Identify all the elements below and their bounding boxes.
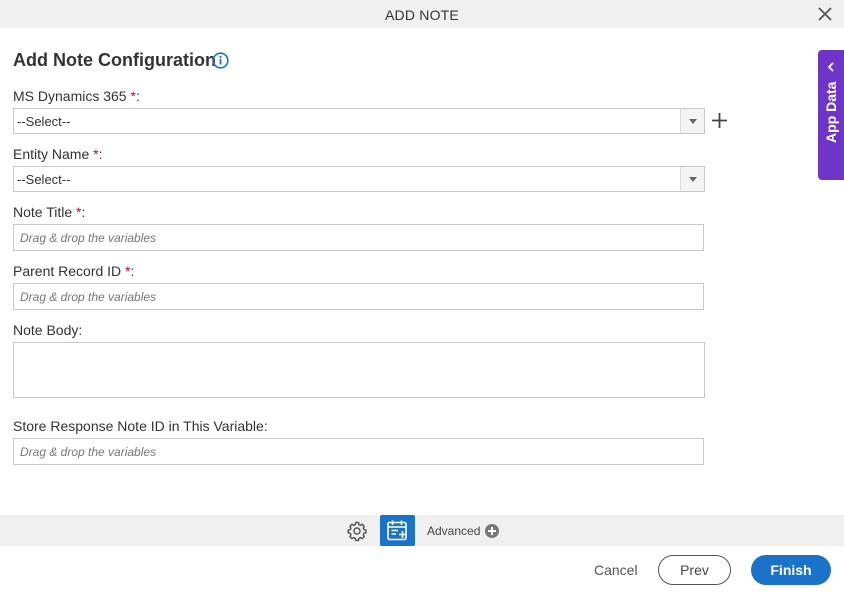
advanced-link[interactable]: Advanced xyxy=(427,524,480,538)
info-icon[interactable] xyxy=(212,52,229,69)
chevron-down-icon[interactable] xyxy=(680,167,704,191)
page-title: Add Note Configuration xyxy=(13,50,216,70)
note-title-input[interactable]: Drag & drop the variables xyxy=(13,224,704,251)
ms-dynamics-value: --Select-- xyxy=(17,114,71,129)
ms-dynamics-label: MS Dynamics 365 *: xyxy=(13,88,140,104)
chevron-left-icon xyxy=(827,62,834,72)
note-body-label: Note Body: xyxy=(13,322,83,338)
dialog-title: ADD NOTE xyxy=(385,7,459,23)
cancel-button[interactable]: Cancel xyxy=(594,562,638,578)
calendar-add-icon xyxy=(387,520,407,541)
parent-record-id-label: Parent Record ID *: xyxy=(13,263,135,279)
app-data-tab[interactable]: App Data xyxy=(818,50,844,180)
entity-name-label: Entity Name *: xyxy=(13,146,103,162)
ms-dynamics-select[interactable]: --Select-- xyxy=(13,108,705,134)
note-title-label: Note Title *: xyxy=(13,204,86,220)
add-connection-icon[interactable] xyxy=(711,112,728,129)
chevron-down-icon[interactable] xyxy=(680,109,704,133)
add-to-calendar-button[interactable] xyxy=(380,515,415,546)
finish-button[interactable]: Finish xyxy=(751,555,831,585)
bottom-toolbar: Advanced xyxy=(0,515,844,546)
plus-circle-icon[interactable] xyxy=(485,524,499,538)
close-icon[interactable] xyxy=(818,7,832,21)
entity-name-value: --Select-- xyxy=(17,172,71,187)
parent-record-id-input[interactable]: Drag & drop the variables xyxy=(13,283,704,310)
app-data-label: App Data xyxy=(823,81,839,143)
entity-name-select[interactable]: --Select-- xyxy=(13,166,705,192)
parent-record-id-placeholder: Drag & drop the variables xyxy=(20,290,157,304)
note-title-placeholder: Drag & drop the variables xyxy=(20,231,157,245)
prev-button[interactable]: Prev xyxy=(658,555,731,585)
store-response-label: Store Response Note ID in This Variable: xyxy=(13,418,268,434)
note-body-textarea[interactable] xyxy=(13,342,705,398)
store-response-placeholder: Drag & drop the variables xyxy=(20,445,157,459)
dialog-titlebar: ADD NOTE xyxy=(0,0,844,28)
store-response-input[interactable]: Drag & drop the variables xyxy=(13,438,704,465)
gear-icon[interactable] xyxy=(346,520,368,542)
